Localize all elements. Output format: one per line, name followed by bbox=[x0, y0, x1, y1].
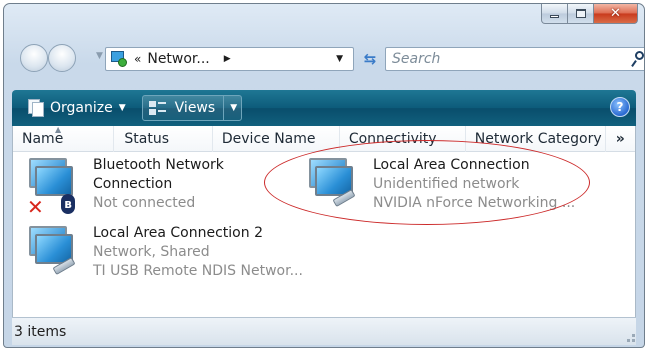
column-header-label: Status bbox=[124, 131, 170, 147]
more-columns-button[interactable]: » bbox=[606, 126, 635, 152]
column-headers: ▲ Name Status Device Name Connectivity N… bbox=[13, 125, 635, 152]
maximize-icon bbox=[575, 9, 586, 18]
views-icon bbox=[148, 100, 167, 116]
column-header-status[interactable]: Status bbox=[114, 126, 213, 152]
item-count: 3 items bbox=[14, 323, 67, 340]
item-device: TI USB Remote NDIS Networ... bbox=[93, 263, 303, 279]
address-dropdown-icon[interactable]: ▼ bbox=[336, 54, 343, 64]
network-connections-icon bbox=[109, 50, 129, 68]
search-input[interactable]: Search bbox=[385, 47, 644, 71]
resize-grip-icon[interactable] bbox=[622, 327, 636, 343]
navigation-bar: ▼ « Networ... ▶ ▼ ⇆ Search bbox=[4, 42, 644, 72]
annotation-ellipse bbox=[264, 140, 590, 225]
item-status: Not connected bbox=[93, 195, 196, 211]
minimize-button[interactable] bbox=[541, 4, 568, 24]
views-button[interactable]: Views ▼ bbox=[141, 95, 243, 121]
list-item-local-area-connection-2[interactable]: Local Area Connection 2 Network, Shared … bbox=[23, 224, 303, 281]
views-chevron-down-icon[interactable]: ▼ bbox=[230, 103, 237, 113]
red-x-icon: ✕ bbox=[27, 195, 44, 219]
item-title: Bluetooth Network bbox=[93, 157, 224, 173]
refresh-button[interactable]: ⇆ bbox=[357, 47, 383, 71]
help-button[interactable]: ? bbox=[610, 97, 630, 117]
item-title: Local Area Connection 2 bbox=[93, 225, 263, 241]
column-header-device-name[interactable]: Device Name bbox=[213, 126, 340, 152]
close-button[interactable]: ✕ bbox=[594, 4, 638, 24]
column-header-name[interactable]: ▲ Name bbox=[13, 125, 115, 152]
recent-pages-chevron-icon[interactable]: ▼ bbox=[96, 51, 103, 61]
network-adapter-icon bbox=[23, 224, 77, 280]
back-button[interactable] bbox=[20, 44, 48, 72]
help-icon: ? bbox=[616, 100, 624, 114]
network-adapter-icon: ✕ ʙ bbox=[23, 156, 77, 217]
address-bar[interactable]: « Networ... ▶ ▼ bbox=[105, 47, 354, 71]
item-title-continued: Connection bbox=[93, 176, 173, 192]
search-placeholder: Search bbox=[392, 51, 441, 67]
item-status: Network, Shared bbox=[93, 244, 210, 260]
list-item-bluetooth-connection[interactable]: ✕ ʙ Bluetooth Network Connection Not con… bbox=[23, 156, 224, 217]
breadcrumb-overflow[interactable]: « bbox=[134, 52, 141, 66]
organize-icon bbox=[26, 99, 44, 117]
column-header-label: Device Name bbox=[221, 131, 316, 147]
views-label: Views bbox=[174, 100, 216, 116]
bluetooth-icon: ʙ bbox=[61, 194, 75, 214]
close-icon: ✕ bbox=[610, 6, 621, 21]
breadcrumb-network[interactable]: Networ... bbox=[147, 51, 209, 67]
organize-button[interactable]: Organize ▼ bbox=[20, 94, 132, 122]
sort-ascending-icon: ▲ bbox=[55, 125, 62, 134]
caption-buttons: ✕ bbox=[541, 4, 638, 24]
maximize-button[interactable] bbox=[568, 4, 594, 24]
organize-chevron-down-icon: ▼ bbox=[118, 103, 126, 113]
minimize-icon bbox=[550, 15, 559, 18]
refresh-icon: ⇆ bbox=[363, 50, 377, 68]
organize-label: Organize bbox=[50, 100, 113, 116]
more-columns-icon: » bbox=[615, 131, 625, 147]
status-bar: 3 items bbox=[12, 317, 636, 345]
breadcrumb-arrow-icon[interactable]: ▶ bbox=[224, 54, 231, 64]
forward-button[interactable] bbox=[48, 44, 76, 72]
command-bar: Organize ▼ Views ▼ ? bbox=[12, 90, 636, 126]
search-icon[interactable] bbox=[631, 50, 644, 68]
views-divider bbox=[223, 96, 225, 120]
